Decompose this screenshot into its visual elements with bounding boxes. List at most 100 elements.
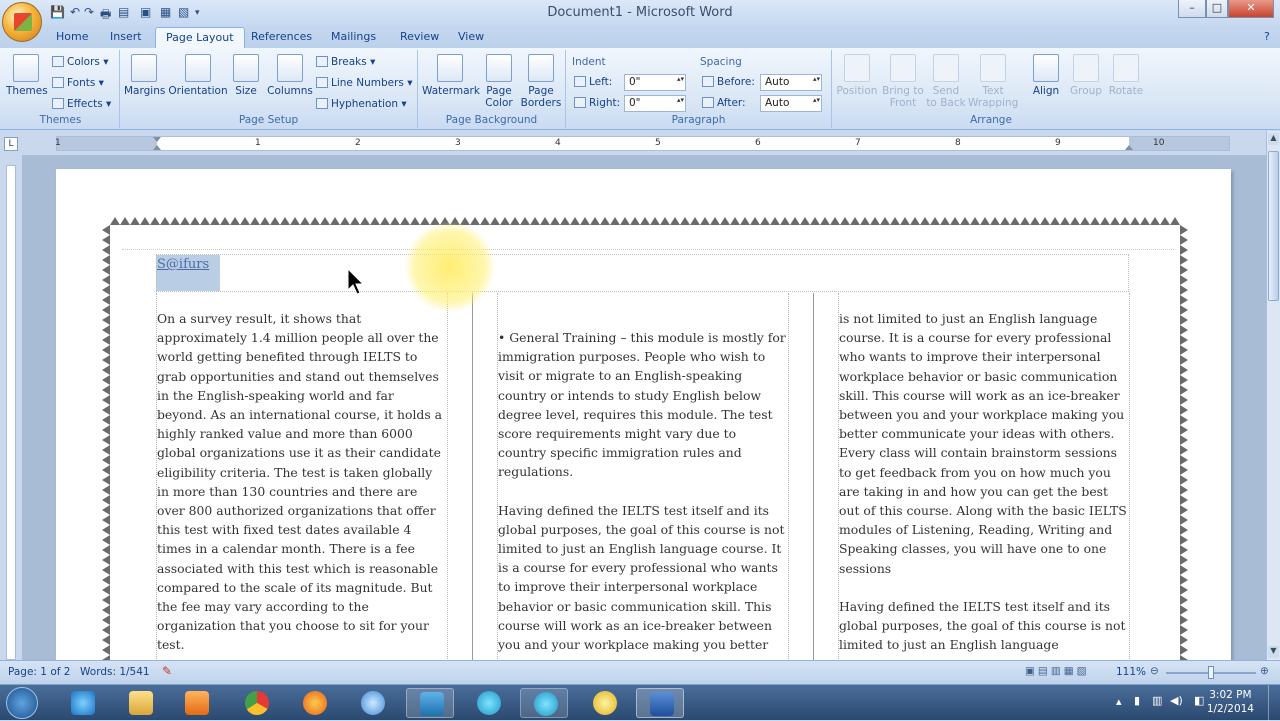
bring-to-front-icon: [890, 54, 916, 82]
cursor-highlight: [405, 222, 495, 312]
tab-selector-icon[interactable]: L: [4, 137, 18, 151]
system-tray: ▴ ▮ ▥ ◀) ◧ 3:02 PM 1/2/2014: [1110, 685, 1280, 721]
themes-icon: [13, 54, 39, 82]
orientation-button[interactable]: Orientation: [168, 54, 228, 97]
right-indent-marker[interactable]: [1125, 145, 1133, 150]
columns-button[interactable]: Columns: [266, 54, 314, 97]
scroll-thumb[interactable]: [1268, 151, 1279, 301]
fonts-button[interactable]: Fonts ▾: [52, 77, 104, 89]
header-text[interactable]: S@ifurs: [157, 257, 209, 272]
column-3-text[interactable]: is not limited to just an English langua…: [839, 309, 1129, 660]
taskbar-app-icon[interactable]: [406, 688, 454, 718]
zoom-slider-thumb[interactable]: [1208, 666, 1214, 679]
usb-icon[interactable]: ▮: [1134, 694, 1140, 707]
tab-review[interactable]: Review: [400, 30, 439, 43]
taskbar-q-icon[interactable]: [464, 688, 512, 718]
taskbar-word-icon[interactable]: [636, 688, 684, 718]
zoom-in-icon[interactable]: ⊕: [1260, 665, 1269, 677]
maximize-button[interactable]: □: [1206, 0, 1228, 18]
page[interactable]: S@ifurs On a survey result, it shows tha…: [56, 169, 1231, 660]
hyphenation-button[interactable]: Hyphenation ▾: [316, 98, 407, 110]
breaks-button[interactable]: Breaks ▾: [316, 56, 375, 68]
horizontal-ruler[interactable]: 1 1 2 3 4 5 6 7 8 9 10: [55, 136, 1230, 151]
taskbar-q2-icon[interactable]: [520, 688, 568, 718]
column-1-text[interactable]: On a survey result, it shows that approx…: [157, 309, 447, 660]
group-button[interactable]: Group: [1068, 54, 1104, 97]
spacing-before-input[interactable]: Auto: [760, 74, 822, 91]
page-count[interactable]: Page: 1 of 2: [8, 666, 70, 678]
column-2-text[interactable]: • General Training – this module is most…: [498, 328, 788, 660]
position-button[interactable]: Position: [834, 54, 880, 97]
size-button[interactable]: Size: [230, 54, 262, 97]
column-3-paragraph-1: is not limited to just an English langua…: [839, 311, 1127, 576]
view-buttons-icon[interactable]: ▣▤▥▦▧: [1025, 665, 1090, 677]
network-tray-icon[interactable]: ▥: [1152, 694, 1162, 707]
page-setup-group-label: Page Setup: [238, 114, 299, 126]
tab-page-layout[interactable]: Page Layout: [155, 27, 245, 48]
hanging-indent-marker[interactable]: [153, 145, 161, 150]
text-wrapping-button[interactable]: Text Wrapping: [968, 54, 1018, 109]
clock[interactable]: 3:02 PM 1/2/2014: [1207, 688, 1254, 716]
align-button[interactable]: Align: [1028, 54, 1064, 97]
taskbar-chrome-icon[interactable]: [232, 688, 280, 718]
margins-icon: [131, 54, 157, 82]
effects-button[interactable]: Effects ▾: [52, 98, 111, 110]
taskbar-ie-icon[interactable]: [58, 688, 106, 718]
show-hidden-icons-icon[interactable]: ▴: [1116, 695, 1122, 708]
word-count[interactable]: Words: 1/541: [80, 666, 150, 678]
office-button[interactable]: [2, 2, 42, 42]
watermark-button[interactable]: Watermark: [422, 54, 480, 97]
margins-label: Margins: [124, 85, 166, 97]
start-button[interactable]: [2, 685, 40, 721]
help-icon[interactable]: ?: [1264, 30, 1270, 43]
indent-right-text: Right:: [589, 97, 621, 109]
spacing-after-input[interactable]: Auto: [760, 95, 822, 112]
tab-references[interactable]: References: [251, 30, 312, 43]
zoom-level[interactable]: 111%: [1116, 666, 1146, 678]
tab-view[interactable]: View: [458, 30, 484, 43]
scroll-down-icon[interactable]: ▼: [1268, 646, 1279, 658]
line-numbers-button[interactable]: Line Numbers ▾: [316, 77, 412, 89]
proofing-icon[interactable]: ✎: [162, 664, 172, 678]
rotate-button[interactable]: Rotate: [1106, 54, 1146, 97]
zoom-out-icon[interactable]: ⊖: [1150, 665, 1159, 677]
taskbar-firefox-icon[interactable]: [290, 688, 338, 718]
bring-to-front-button[interactable]: Bring to Front: [882, 54, 924, 109]
page-borders-icon: [528, 54, 554, 82]
document-area[interactable]: S@ifurs On a survey result, it shows tha…: [22, 155, 1266, 660]
tab-mailings[interactable]: Mailings: [331, 30, 376, 43]
tab-home[interactable]: Home: [56, 30, 88, 43]
indent-right-input[interactable]: 0": [624, 95, 686, 112]
language-icon[interactable]: ◧: [1194, 694, 1204, 707]
margins-button[interactable]: Margins: [124, 54, 166, 97]
send-to-back-button[interactable]: Send to Back: [926, 54, 966, 109]
taskbar-cursor-app-icon[interactable]: [580, 688, 628, 718]
watermark-label: Watermark: [422, 85, 480, 97]
column-2-paragraph-2: Having defined the IELTS test itself and…: [498, 502, 785, 653]
volume-icon[interactable]: ◀): [1170, 694, 1183, 707]
taskbar-explorer-icon[interactable]: [116, 688, 164, 718]
ruler-number: 7: [855, 138, 861, 148]
firefox-icon: [303, 691, 327, 715]
minimize-button[interactable]: –: [1178, 0, 1206, 18]
indent-right-icon: [574, 97, 586, 108]
first-line-indent-marker[interactable]: [153, 137, 161, 142]
indent-left-input[interactable]: 0": [624, 74, 686, 91]
ruler-number: 8: [955, 138, 961, 148]
page-color-button[interactable]: Page Color: [480, 54, 518, 109]
ruler-number: 1: [55, 138, 61, 148]
close-button[interactable]: ✕: [1228, 0, 1274, 18]
themes-button[interactable]: Themes: [6, 54, 48, 97]
taskbar-network-icon[interactable]: [348, 688, 396, 718]
colors-button[interactable]: Colors ▾: [52, 56, 109, 68]
page-borders-button[interactable]: Page Borders: [520, 54, 562, 109]
ruler-number: 2: [355, 138, 361, 148]
show-desktop-button[interactable]: [1268, 685, 1280, 721]
taskbar-media-player-icon[interactable]: [172, 688, 220, 718]
tab-insert[interactable]: Insert: [110, 30, 142, 43]
scroll-up-icon[interactable]: ▲: [1268, 133, 1279, 145]
themes-group-label: Themes: [39, 114, 82, 126]
vertical-scrollbar[interactable]: ▲ ▼: [1266, 131, 1280, 660]
vertical-ruler[interactable]: [0, 155, 22, 660]
cursor-app-icon: [593, 691, 617, 715]
